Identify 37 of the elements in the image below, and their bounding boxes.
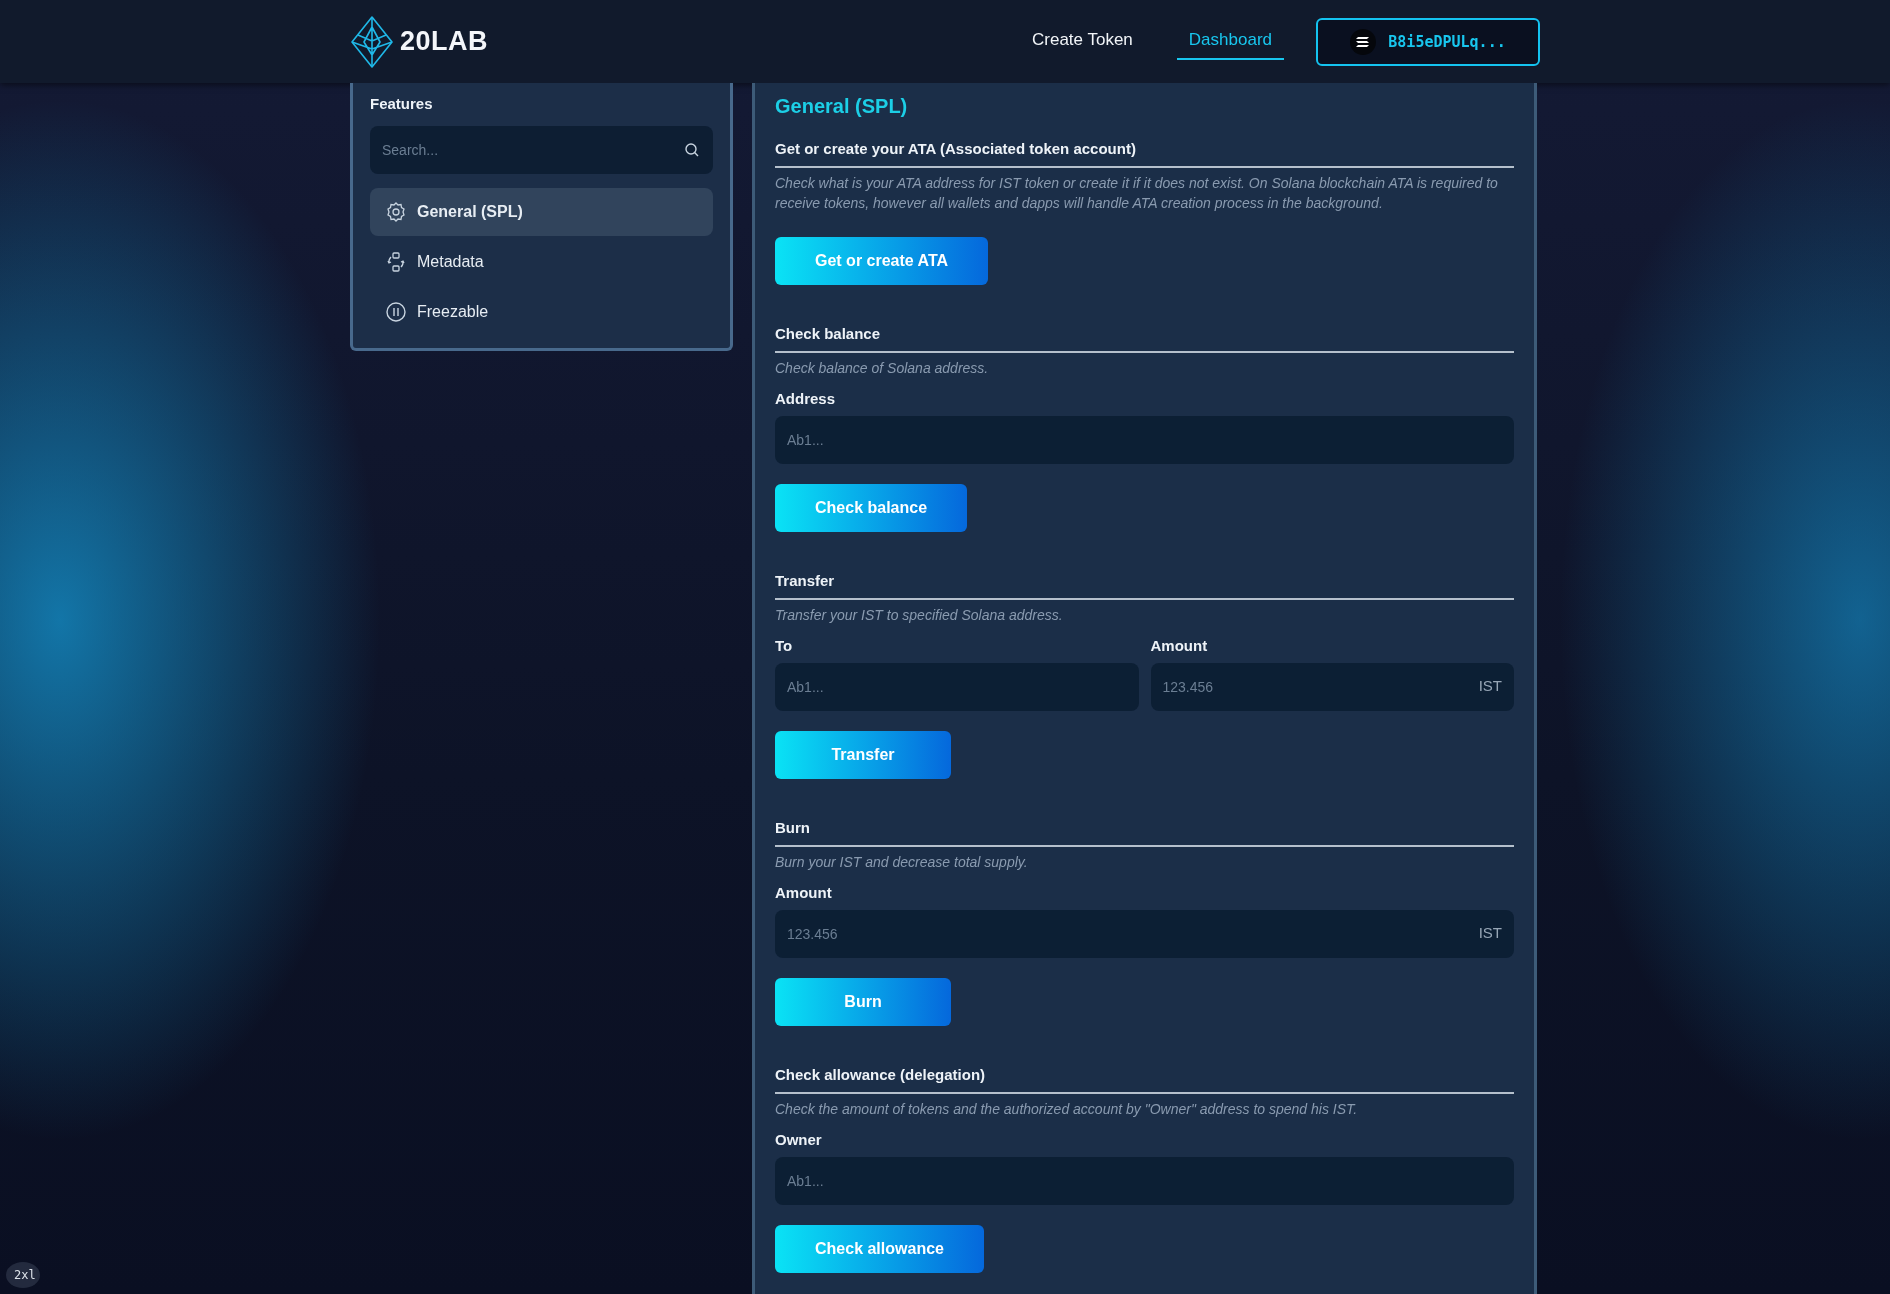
section-title: Check balance xyxy=(775,325,1514,353)
sidebar-item[interactable]: General (SPL) xyxy=(370,188,713,236)
breakpoint-badge: 2xl xyxy=(6,1262,40,1288)
sidebar-item[interactable]: Metadata xyxy=(370,238,713,286)
unit-label: IST xyxy=(1478,677,1502,694)
search-field[interactable]: Search... xyxy=(370,126,713,174)
section-title: Get or create your ATA (Associated token account) xyxy=(775,140,1514,168)
diamond-logo-icon xyxy=(350,14,394,69)
sidebar-title: Features xyxy=(370,95,434,112)
input-field[interactable]: Ab1... xyxy=(775,416,1514,464)
page-title: General (SPL) xyxy=(775,95,909,118)
section-title: Burn xyxy=(775,819,1514,847)
nav-link[interactable]: Create Token xyxy=(1020,23,1145,60)
section-description: Burn your IST and decrease total supply. xyxy=(775,853,1029,872)
gear-icon xyxy=(385,201,407,223)
field-label: Amount xyxy=(1150,637,1209,654)
section-title: Check allowance (delegation) xyxy=(775,1066,1514,1094)
logo-text: 20LAB xyxy=(400,26,489,57)
section-description: Transfer your IST to specified Solana address. xyxy=(775,606,1064,625)
section-title: Transfer xyxy=(775,572,1514,600)
nav-link[interactable]: Dashboard xyxy=(1176,23,1284,60)
section-description: Check the amount of tokens and the authorized account by "Owner" address to spend his IST. xyxy=(775,1100,1359,1119)
section-description: Check what is your ATA address for IST token or create it if it does not exist. On Solana blockchain ATA is required to receive tokens, however all wallets and dapps will handle ATA creation process in the background. xyxy=(775,174,1499,213)
unit-label: IST xyxy=(1478,924,1502,941)
wallet-button[interactable]: B8i5eDPULq... xyxy=(1316,17,1540,66)
field-label: Owner xyxy=(775,1131,823,1148)
field-label: To xyxy=(775,637,794,654)
sync-icon xyxy=(385,251,407,273)
input-field[interactable]: Ab1... xyxy=(775,663,1139,711)
field-label: Address xyxy=(775,390,837,407)
solana-icon xyxy=(1350,28,1377,55)
field-label: Amount xyxy=(775,884,833,901)
sidebar-item[interactable]: Freezable xyxy=(370,288,713,336)
input-field[interactable]: Ab1... xyxy=(775,1157,1514,1205)
section-description: Check balance of Solana address. xyxy=(775,359,990,378)
pause-icon xyxy=(385,301,407,323)
search-icon xyxy=(684,142,700,158)
